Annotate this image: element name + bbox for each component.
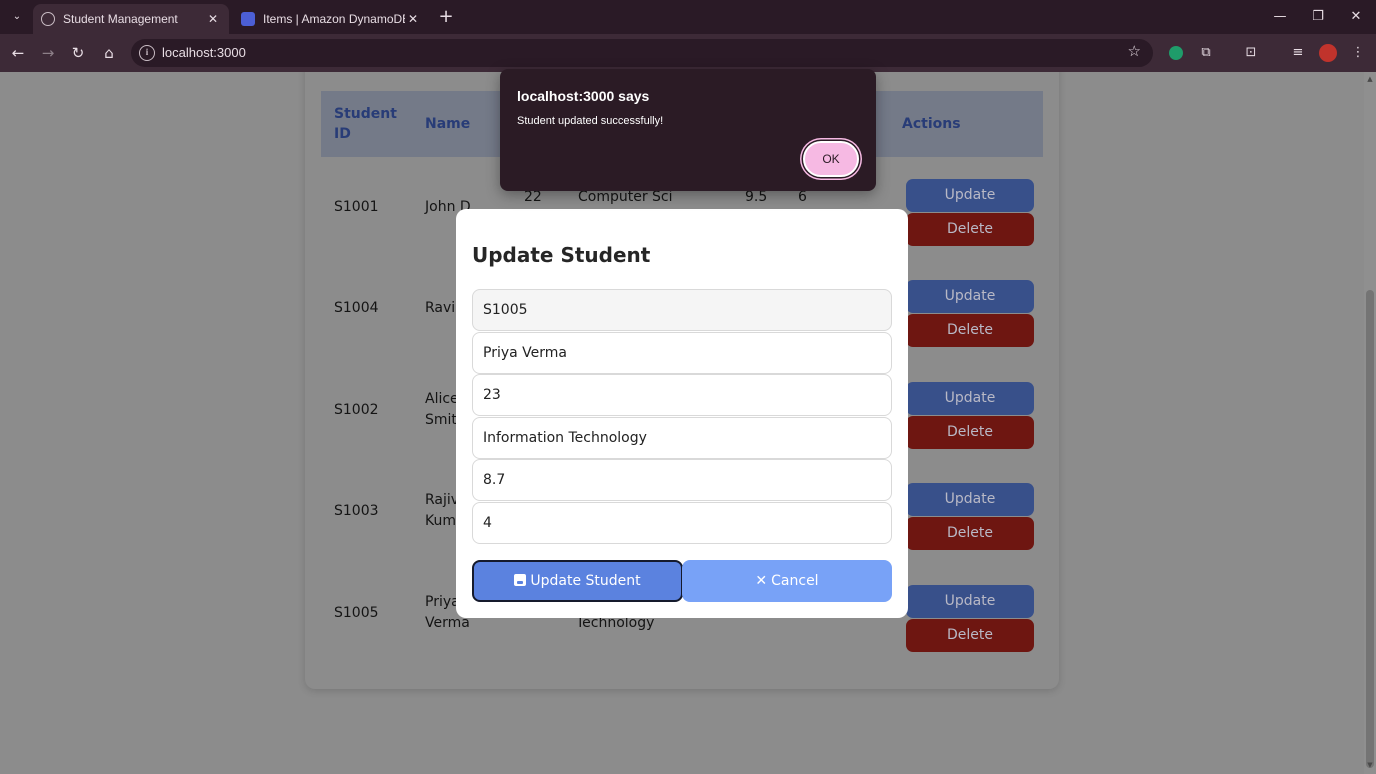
cell-name: Rajiv Kumar	[425, 492, 471, 529]
update-student-button[interactable]: Update Student	[472, 560, 683, 602]
update-button[interactable]: Update	[906, 179, 1034, 212]
alert-title: localhost:3000 says	[517, 88, 650, 104]
delete-button[interactable]: Delete	[906, 619, 1034, 652]
department-field[interactable]: Information Technology	[472, 417, 892, 459]
site-info-icon[interactable]: i	[139, 45, 155, 61]
tab-student-management[interactable]: Student Management ✕	[33, 4, 229, 34]
address-bar[interactable]: i localhost:3000 ☆	[131, 39, 1153, 67]
globe-icon	[41, 12, 55, 26]
modal-title: Update Student	[472, 243, 651, 267]
dynamodb-icon	[241, 12, 255, 26]
cell-student-id: S1005	[334, 605, 379, 621]
student-id-field[interactable]: S1005	[472, 289, 892, 331]
close-icon[interactable]: ✕	[205, 12, 221, 26]
update-button[interactable]: Update	[906, 280, 1034, 313]
home-icon[interactable]: ⌂	[98, 42, 120, 64]
save-disk-icon	[514, 574, 527, 586]
delete-button[interactable]: Delete	[906, 213, 1034, 246]
browser-tab-bar: ⌄ Student Management ✕ Items | Amazon Dy…	[0, 0, 1376, 34]
cell-student-id: S1004	[334, 300, 379, 316]
scrollbar-thumb[interactable]	[1366, 290, 1374, 768]
puzzle-extensions-icon[interactable]: ⧉	[1196, 43, 1216, 63]
extension-icon[interactable]	[1169, 46, 1183, 60]
update-student-modal: Update Student S1005 Priya Verma 23 Info…	[456, 209, 908, 618]
browser-toolbar: ← → ↻ ⌂ i localhost:3000 ☆ ⧉ ⊡ ≡ ⋮	[0, 34, 1376, 72]
cancel-label: Cancel	[771, 573, 819, 589]
kebab-menu-icon[interactable]: ⋮	[1348, 43, 1368, 63]
header-student-id: Student ID	[334, 106, 397, 142]
name-field[interactable]: Priya Verma	[472, 332, 892, 374]
close-icon[interactable]: ✕	[405, 12, 421, 26]
cell-student-id: S1002	[334, 402, 379, 418]
cancel-button[interactable]: ✕ Cancel	[682, 560, 892, 602]
reload-icon[interactable]: ↻	[67, 42, 89, 64]
cell-name: Alice Smith	[425, 391, 466, 428]
age-field[interactable]: 23	[472, 374, 892, 416]
tab-search-chevron-icon[interactable]: ⌄	[6, 7, 28, 27]
cell-student-id: S1003	[334, 503, 379, 519]
media-control-icon[interactable]: ≡	[1288, 43, 1308, 63]
header-name: Name	[425, 116, 471, 132]
tab-dynamodb[interactable]: Items | Amazon DynamoDB Ma ✕	[233, 4, 429, 34]
close-x-icon: ✕	[755, 573, 768, 589]
alert-message: Student updated successfully!	[517, 115, 664, 127]
window-close-icon[interactable]: ✕	[1341, 6, 1371, 28]
update-button[interactable]: Update	[906, 585, 1034, 618]
delete-button[interactable]: Delete	[906, 416, 1034, 449]
delete-button[interactable]: Delete	[906, 314, 1034, 347]
update-button[interactable]: Update	[906, 483, 1034, 516]
back-arrow-icon[interactable]: ←	[7, 42, 29, 64]
screenshot-icon[interactable]: ⊡	[1241, 43, 1261, 63]
browser-alert-dialog: localhost:3000 says Student updated succ…	[500, 69, 876, 191]
minimize-icon[interactable]: —	[1265, 6, 1295, 28]
url-text: localhost:3000	[162, 45, 246, 60]
tab-title: Student Management	[63, 12, 178, 26]
cgpa-field[interactable]: 8.7	[472, 459, 892, 501]
cell-name: Ravi	[425, 300, 456, 316]
update-student-label: Update Student	[530, 573, 641, 589]
restore-icon[interactable]: ❐	[1303, 6, 1333, 28]
tab-title: Items | Amazon DynamoDB Ma	[263, 12, 405, 26]
cell-student-id: S1001	[334, 199, 379, 215]
page-scrollbar[interactable]: ▲ ▼	[1364, 72, 1376, 774]
scroll-up-icon[interactable]: ▲	[1366, 75, 1374, 85]
scroll-down-icon[interactable]: ▼	[1366, 761, 1374, 771]
new-tab-plus-icon[interactable]: +	[436, 7, 456, 27]
header-actions: Actions	[902, 116, 961, 132]
bookmark-star-icon[interactable]: ☆	[1128, 42, 1141, 60]
delete-button[interactable]: Delete	[906, 517, 1034, 550]
profile-avatar[interactable]	[1319, 44, 1337, 62]
update-button[interactable]: Update	[906, 382, 1034, 415]
forward-arrow-icon[interactable]: →	[37, 42, 59, 64]
alert-ok-button[interactable]: OK	[803, 141, 859, 177]
semester-field[interactable]: 4	[472, 502, 892, 544]
